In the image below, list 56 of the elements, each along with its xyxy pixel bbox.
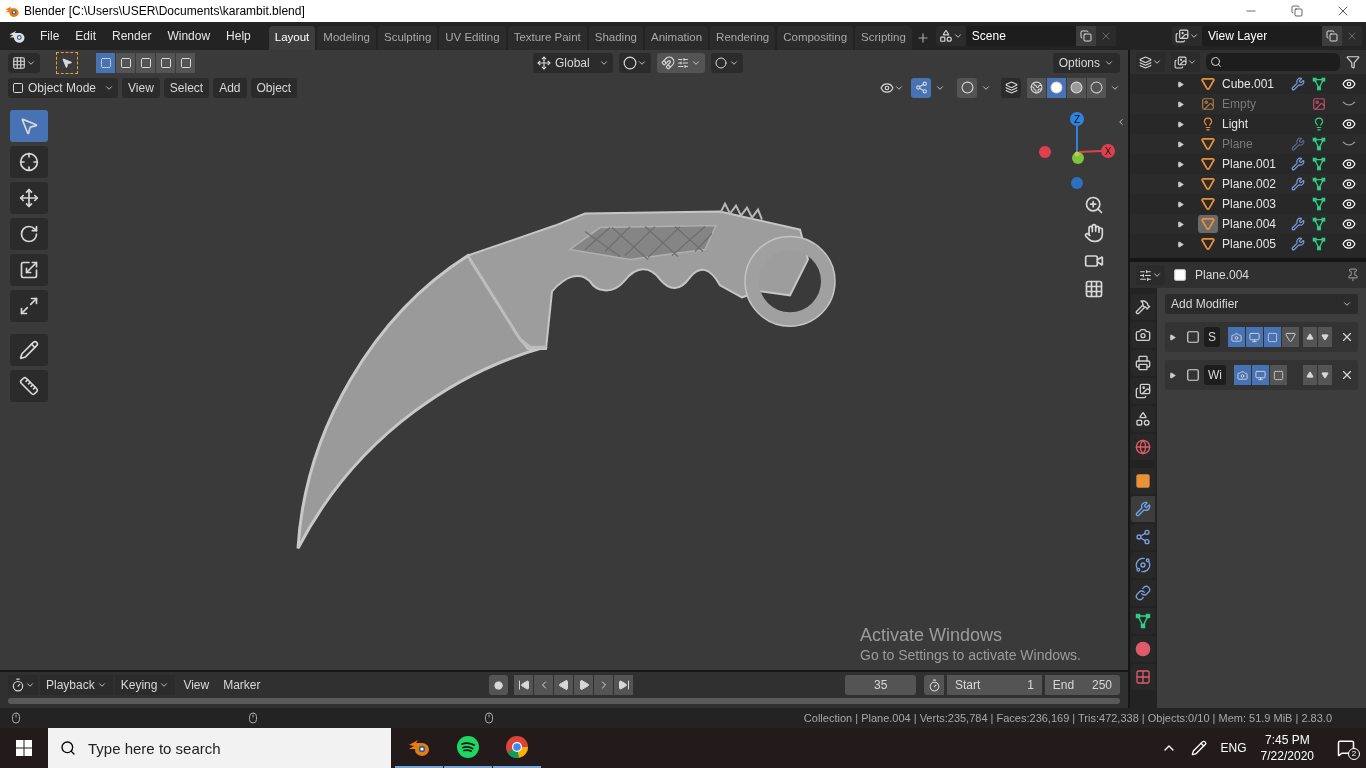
mode-dropdown[interactable]: Object Mode (8, 77, 118, 98)
outliner-item-name[interactable]: Plane.003 (1222, 195, 1288, 213)
workspace-tab[interactable]: Layout (268, 26, 316, 50)
workspace-tab[interactable]: Rendering (710, 26, 776, 50)
add-modifier-dropdown[interactable]: Add Modifier (1165, 294, 1358, 314)
outliner-item-name[interactable]: Plane.002 (1222, 175, 1288, 193)
field-label: Start (954, 677, 981, 694)
orientation-dropdown[interactable]: Global (533, 52, 613, 73)
viewport-menu[interactable]: Select (163, 77, 210, 98)
start-frame-field[interactable]: Start 1 (946, 675, 1042, 695)
viewport-menu[interactable]: View (122, 77, 160, 98)
outliner-item-name[interactable]: Plane.004 (1222, 215, 1288, 233)
field-value: 1 (1027, 677, 1034, 694)
activation-title: Activate Windows (860, 624, 1004, 646)
active-object-name: Plane.004 (1195, 267, 1250, 284)
outliner-item-name[interactable]: Plane.001 (1222, 155, 1288, 173)
menu-item[interactable]: File (32, 25, 68, 47)
workspace-tab[interactable]: Shading (588, 26, 643, 50)
workspace-tab[interactable]: Sculpting (377, 26, 438, 50)
taskbar-search-field[interactable]: Type here to search (48, 728, 391, 768)
outliner-item-name[interactable]: Light (1222, 115, 1288, 133)
menu-item[interactable]: Edit (67, 25, 105, 47)
language-indicator[interactable]: ENG (1220, 739, 1247, 757)
workspace-tab[interactable]: Compositing (777, 26, 854, 50)
field-value: 250 (1091, 677, 1112, 694)
modifier-name-field[interactable]: Wi (1204, 365, 1226, 385)
viewport-menu[interactable]: Object (250, 77, 298, 98)
workspace-tab[interactable]: Texture Paint (507, 26, 587, 50)
outliner-item-name[interactable]: Plane.005 (1222, 235, 1288, 253)
workspace-tab[interactable]: Scripting (855, 26, 912, 50)
options-dropdown[interactable]: Options (1052, 52, 1120, 73)
outliner-item-name[interactable]: Cube.001 (1222, 75, 1288, 93)
status-text: Collection | Plane.004 | Verts:235,784 | Faces:236,169 | Tris:472,338 | Objects:0/10 | Mem: 51.9 MiB | 2.83.0 (803, 710, 1332, 726)
end-frame-field[interactable]: End 250 (1044, 675, 1120, 695)
timeline-menu[interactable]: Marker (217, 675, 267, 695)
view-layer-field[interactable]: View Layer (1202, 26, 1322, 46)
window-title: Blender [C:\Users\USER\Documents\karambit.blend] (24, 3, 305, 20)
menu-item[interactable]: Help (218, 25, 259, 47)
field-label: End (1052, 677, 1075, 694)
notifications-button[interactable]: 2 (1326, 728, 1366, 768)
timeline-menu[interactable]: Keying (114, 675, 176, 695)
menu-item[interactable]: Render (104, 25, 160, 47)
axis-handle[interactable]: Z (1070, 112, 1084, 153)
taskbar-clock[interactable]: 7:45 PM 7/22/2020 (1260, 732, 1314, 764)
modifier-name-field[interactable]: S (1204, 327, 1220, 347)
viewport-menu[interactable]: Add (213, 77, 247, 98)
workspace-tab[interactable]: Animation (644, 26, 709, 50)
activation-text: Go to Settings to activate Windows. (860, 646, 1081, 664)
workspace-tab[interactable]: UV Editing (439, 26, 506, 50)
workspace-tab[interactable]: Modeling (317, 26, 376, 50)
timeline-menu[interactable]: View (177, 675, 216, 695)
menu-item[interactable]: Window (159, 25, 219, 47)
notification-count: 2 (1348, 748, 1360, 760)
timeline-menu[interactable]: Playback (40, 675, 113, 695)
current-frame-field[interactable]: 35 (845, 675, 917, 695)
scene-field[interactable]: Scene (965, 26, 1076, 46)
